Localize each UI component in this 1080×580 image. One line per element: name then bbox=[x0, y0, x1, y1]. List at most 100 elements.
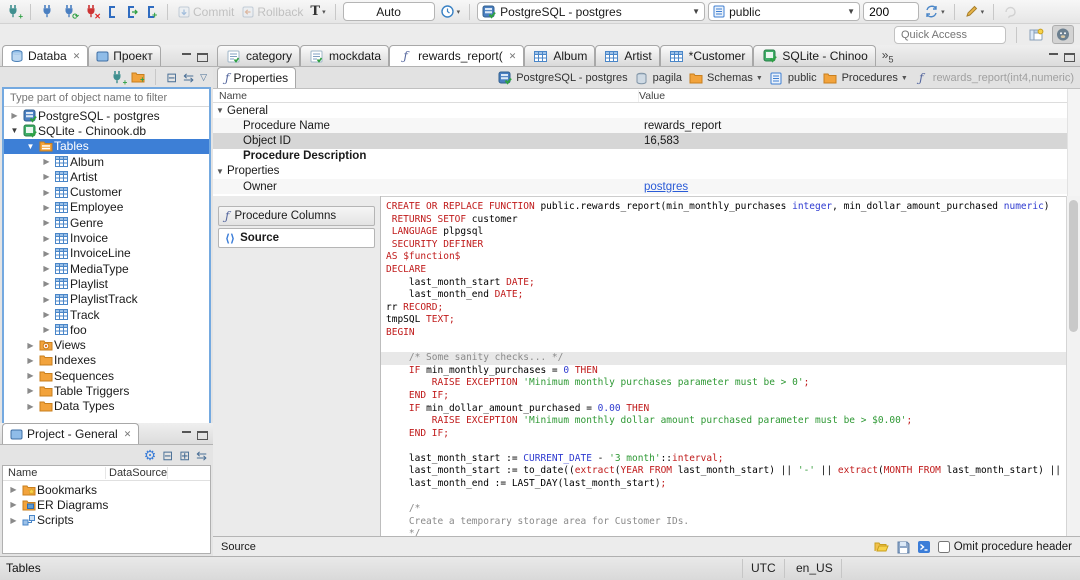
property-row-properties[interactable]: ▼ Properties bbox=[213, 164, 1080, 179]
tree-item-playlisttrack[interactable]: ▶ PlaylistTrack bbox=[4, 292, 209, 307]
open-sql-script-button[interactable] bbox=[123, 4, 140, 20]
tree-item-employee[interactable]: ▶ Employee bbox=[4, 200, 209, 215]
tree-item-mediatype[interactable]: ▶ MediaType bbox=[4, 261, 209, 276]
source-viewer[interactable]: ▲▼ CREATE OR REPLACE FUNCTION public.rew… bbox=[381, 196, 1066, 536]
new-sql-editor-button[interactable]: + bbox=[143, 4, 160, 20]
expand-arrow-icon[interactable]: ▶ bbox=[7, 500, 20, 509]
minimize-icon[interactable] bbox=[1048, 53, 1059, 62]
expand-arrow-icon[interactable]: ▶ bbox=[40, 203, 53, 212]
column-header-datasource[interactable]: DataSource bbox=[106, 467, 168, 479]
collapse-all-icon[interactable]: ⊟ bbox=[162, 449, 173, 462]
properties-scrollbar[interactable] bbox=[1067, 89, 1080, 196]
tree-item-data-types[interactable]: ▶ Data Types bbox=[4, 399, 209, 414]
tab-properties[interactable]: ƒ Properties bbox=[217, 67, 297, 88]
expand-arrow-icon[interactable]: ▶ bbox=[7, 485, 20, 494]
collapse-all-icon[interactable]: ⊟ bbox=[166, 71, 177, 84]
omit-procedure-header-checkbox[interactable] bbox=[937, 540, 950, 553]
dbeaver-perspective-button[interactable] bbox=[1052, 25, 1074, 44]
view-menu-icon[interactable]: ▽ bbox=[200, 71, 207, 84]
connection-combo[interactable]: PostgreSQL - postgres ▼ bbox=[477, 2, 706, 21]
gear-icon[interactable]: ⚙ bbox=[144, 448, 157, 462]
quick-access-input[interactable] bbox=[894, 25, 1006, 44]
expand-arrow-icon[interactable]: ▶ bbox=[40, 249, 53, 258]
tree-item-indexes[interactable]: ▶ Indexes bbox=[4, 353, 209, 368]
sync-button[interactable]: ▾ bbox=[922, 3, 947, 20]
disconnect-button[interactable]: ✕ bbox=[82, 3, 101, 21]
tree-item-playlist[interactable]: ▶ Playlist bbox=[4, 276, 209, 291]
scrollbar-thumb[interactable] bbox=[1069, 200, 1078, 332]
expand-arrow-icon[interactable]: ▶ bbox=[40, 234, 53, 243]
sql-editor-button[interactable] bbox=[104, 4, 120, 20]
editor-tab-rewards-report[interactable]: ƒ rewards_report(✕ bbox=[389, 45, 525, 66]
tree-item-views[interactable]: ▶ Views bbox=[4, 337, 209, 352]
tree-item-track[interactable]: ▶ Track bbox=[4, 307, 209, 322]
chevron-down-icon[interactable]: ▼ bbox=[901, 75, 908, 82]
breadcrumb-item-rewards-report-int4-numeric[interactable]: ƒ rewards_report(int4,numeric) bbox=[913, 72, 1074, 84]
close-icon[interactable]: ✕ bbox=[73, 51, 81, 62]
breadcrumb-item-public[interactable]: public bbox=[768, 72, 817, 85]
expand-arrow-icon[interactable]: ▶ bbox=[24, 341, 37, 350]
link-editor-icon[interactable]: ⇆ bbox=[183, 71, 194, 84]
breadcrumb-item-schemas[interactable]: Schemas ▼ bbox=[687, 72, 763, 84]
column-header-name[interactable]: Name bbox=[213, 89, 639, 102]
expand-arrow-icon[interactable]: ▶ bbox=[40, 325, 53, 334]
save-to-file-icon[interactable] bbox=[896, 540, 910, 554]
close-icon[interactable]: ✕ bbox=[509, 51, 517, 62]
expand-arrow-icon[interactable]: ▶ bbox=[24, 402, 37, 411]
owner-link[interactable]: postgres bbox=[644, 181, 688, 193]
maximize-icon[interactable] bbox=[1064, 53, 1075, 62]
minimize-icon[interactable] bbox=[181, 53, 192, 62]
new-folder-icon[interactable]: + bbox=[131, 71, 145, 83]
editor-tab-artist[interactable]: Artist bbox=[595, 45, 660, 66]
expand-arrow-icon[interactable]: ▶ bbox=[24, 356, 37, 365]
lasso-button[interactable] bbox=[1001, 3, 1020, 20]
tree-item-genre[interactable]: ▶ Genre bbox=[4, 215, 209, 230]
expand-arrow-icon[interactable]: ▶ bbox=[24, 386, 37, 395]
commit-button[interactable]: Commit bbox=[175, 4, 236, 20]
property-row-procedure-description[interactable]: Procedure Description bbox=[213, 149, 1080, 164]
link-editor-icon[interactable]: ⇆ bbox=[196, 449, 207, 462]
editor-tab-mockdata[interactable]: mockdata bbox=[300, 45, 390, 66]
tab-overflow-button[interactable]: »5 bbox=[876, 48, 900, 66]
compare-button[interactable]: ▾ bbox=[962, 3, 987, 20]
collapse-arrow-icon[interactable]: ▼ bbox=[24, 142, 37, 151]
tree-item-sequences[interactable]: ▶ Sequences bbox=[4, 368, 209, 383]
schema-combo[interactable]: public ▼ bbox=[708, 2, 861, 21]
expand-arrow-icon[interactable]: ▶ bbox=[40, 279, 53, 288]
new-connection-button[interactable]: + bbox=[4, 3, 23, 21]
side-tab-source[interactable]: ⟨⟩ Source bbox=[218, 228, 375, 248]
property-row-object-id[interactable]: Object ID 16,583 bbox=[213, 133, 1080, 149]
tree-item-invoiceline[interactable]: ▶ InvoiceLine bbox=[4, 246, 209, 261]
tab-project-general[interactable]: Project - General ✕ bbox=[2, 423, 140, 444]
breadcrumb-item-postgresql-postgres[interactable]: PostgreSQL - postgres bbox=[496, 71, 628, 85]
breadcrumb-item-procedures[interactable]: Procedures ▼ bbox=[822, 72, 908, 84]
tree-item-postgresql-postgres[interactable]: ▶ PostgreSQL - postgres bbox=[4, 108, 209, 123]
project-item-bookmarks[interactable]: ▶ Bookmarks bbox=[3, 482, 210, 497]
new-connection-icon[interactable]: + bbox=[110, 70, 127, 86]
expand-arrow-icon[interactable]: ▶ bbox=[40, 264, 53, 273]
open-perspective-button[interactable] bbox=[1027, 27, 1046, 43]
reconnect-button[interactable]: ⟳ bbox=[60, 3, 79, 21]
maximize-icon[interactable] bbox=[197, 431, 208, 440]
locale-indicator[interactable]: en_US bbox=[788, 559, 842, 578]
tree-item-invoice[interactable]: ▶ Invoice bbox=[4, 230, 209, 245]
transaction-log-button[interactable]: ▾ bbox=[438, 3, 463, 20]
expand-arrow-icon[interactable]: ▶ bbox=[40, 310, 53, 319]
tab-project-explorer[interactable]: Проект bbox=[88, 45, 161, 66]
collapse-arrow-icon[interactable]: ▼ bbox=[213, 167, 227, 176]
transaction-mode-button[interactable]: T ▾ bbox=[308, 3, 327, 20]
property-row-owner[interactable]: Owner postgres bbox=[213, 178, 1080, 195]
minimize-icon[interactable] bbox=[181, 431, 192, 440]
property-row-procedure-name[interactable]: Procedure Name rewards_report bbox=[213, 118, 1080, 134]
rollback-button[interactable]: Rollback bbox=[239, 4, 305, 20]
column-header-value[interactable]: Value bbox=[639, 90, 665, 102]
tree-item-artist[interactable]: ▶ Artist bbox=[4, 169, 209, 184]
editor-tab-sqlite-chinoo[interactable]: SQLite - Chinoo bbox=[753, 45, 876, 66]
source-scrollbar[interactable] bbox=[1066, 196, 1080, 536]
tree-item-customer[interactable]: ▶ Customer bbox=[4, 184, 209, 199]
tree-item-album[interactable]: ▶ Album bbox=[4, 154, 209, 169]
connect-button[interactable] bbox=[38, 3, 57, 20]
timezone-indicator[interactable]: UTC bbox=[742, 559, 785, 578]
tab-database-navigator[interactable]: Databa ✕ bbox=[2, 45, 89, 66]
collapse-arrow-icon[interactable]: ▼ bbox=[8, 126, 21, 135]
